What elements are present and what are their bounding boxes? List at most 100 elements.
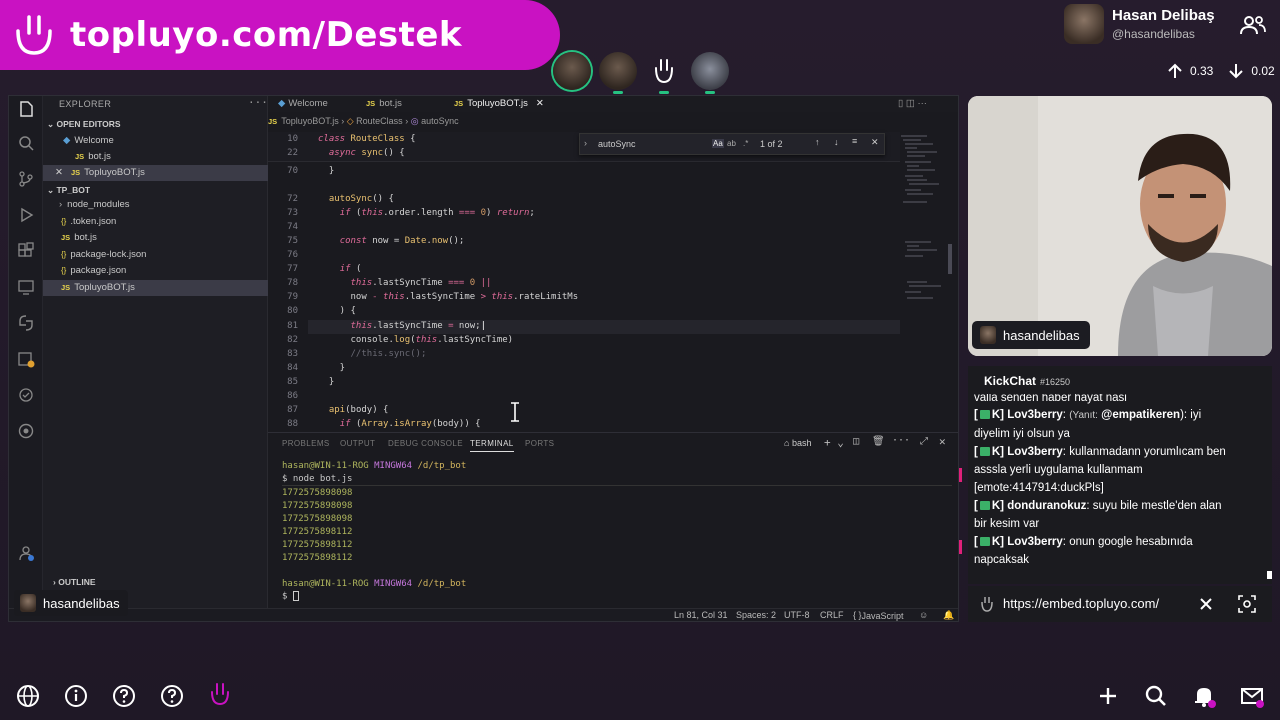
explorer-title: EXPLORER xyxy=(59,99,112,109)
remote-explorer-icon[interactable] xyxy=(17,278,35,296)
close-icon[interactable] xyxy=(1199,597,1213,611)
find-in-selection-icon[interactable]: ≡ xyxy=(852,136,857,146)
chevron-right-icon[interactable]: › xyxy=(584,138,587,148)
download-rate: 0.02 xyxy=(1251,64,1275,78)
people-icon[interactable] xyxy=(1240,14,1266,36)
tab-debug-console[interactable]: DEBUG CONSOLE xyxy=(388,439,463,448)
bell-icon[interactable]: 🔔 xyxy=(943,610,954,621)
explorer-sidebar: EXPLORER ··· ⌄ OPEN EDITORS ◆ Welcome JS b… xyxy=(43,96,268,621)
stream-overlay: topluyo.com/Destek Hasan Delibaş @hasand… xyxy=(0,0,1280,720)
file-package-json[interactable]: {} package.json xyxy=(61,263,126,279)
extensions-icon[interactable] xyxy=(17,242,35,260)
terminal-input[interactable]: $ xyxy=(282,591,299,602)
terminal-command: $ node bot.js xyxy=(282,474,353,484)
minimap[interactable] xyxy=(897,132,953,432)
github-icon[interactable] xyxy=(17,422,35,440)
source-control-icon[interactable] xyxy=(17,170,35,188)
shell-selector[interactable]: ⌂ bash xyxy=(784,438,811,448)
status-bar: Ln 81, Col 31 Spaces: 2 UTF-8 CRLF { } J… xyxy=(9,608,958,621)
copilot-icon[interactable]: ☺ xyxy=(919,610,928,620)
file-token-json[interactable]: {} .token.json xyxy=(61,214,116,230)
indentation[interactable]: Spaces: 2 xyxy=(736,610,776,620)
user-name: Hasan Delibaş xyxy=(1112,7,1215,24)
open-editors-header[interactable]: ⌄ OPEN EDITORS xyxy=(47,119,121,130)
help-icon[interactable] xyxy=(112,684,136,708)
tab-terminal[interactable]: TERMINAL xyxy=(470,439,514,452)
open-editor-bot-js[interactable]: JS bot.js xyxy=(75,149,111,165)
search-icon[interactable] xyxy=(17,134,35,152)
avatar[interactable] xyxy=(599,52,637,94)
chat-message: [K] Lov3berry: kullanmadann yorumlıcam b… xyxy=(974,446,1226,494)
tab-output[interactable]: OUTPUT xyxy=(340,439,375,448)
outline-header[interactable]: › OUTLINE xyxy=(53,577,96,587)
terminal-prompt: hasan@WIN-11-ROG MINGW64 /d/tp_bot xyxy=(282,579,467,589)
encoding[interactable]: UTF-8 xyxy=(784,610,810,620)
folder-node-modules[interactable]: › node_modules xyxy=(59,197,130,213)
breadcrumb[interactable]: JS TopluyoBOT.js › ◇ RouteClass › ◎ autoS… xyxy=(268,116,459,127)
close-icon[interactable]: ✕ xyxy=(536,98,544,109)
code-editor[interactable]: 10 class RouteClass { 22 async sync() { 7… xyxy=(268,132,900,432)
whole-word-toggle[interactable]: ab xyxy=(727,139,736,148)
tab-problems[interactable]: PROBLEMS xyxy=(282,439,330,448)
participant-avatars xyxy=(553,52,729,94)
files-icon[interactable] xyxy=(17,100,35,118)
avatar xyxy=(980,326,996,344)
search-icon[interactable] xyxy=(1144,684,1168,708)
banner: topluyo.com/Destek xyxy=(0,0,560,70)
chat-message: [K] donduranokuz: suyu bile mestle'den a… xyxy=(974,500,1222,530)
profile-header[interactable]: Hasan Delibaş @hasandelibas xyxy=(1064,4,1215,44)
help-icon[interactable] xyxy=(160,684,184,708)
regex-toggle[interactable]: .* xyxy=(743,139,748,148)
account-icon[interactable] xyxy=(17,544,35,562)
close-icon[interactable]: ✕ xyxy=(939,435,946,448)
add-icon[interactable] xyxy=(1096,684,1120,708)
language-mode[interactable]: { } JavaScript xyxy=(853,610,904,621)
python-icon[interactable] xyxy=(17,314,35,332)
avatar[interactable] xyxy=(691,52,729,94)
open-editor-topluyobot-js[interactable]: ✕ JS TopluyoBOT.js xyxy=(43,165,268,181)
chat-message: [K] Lov3berry: (Yanıt: @empatikeren): iy… xyxy=(974,409,1202,440)
chat-scrollbar[interactable] xyxy=(1267,571,1272,579)
vscode-window: EXPLORER ··· ⌄ OPEN EDITORS ◆ Welcome JS b… xyxy=(8,95,959,622)
file-bot-js[interactable]: JS bot.js xyxy=(61,230,97,246)
open-editor-welcome[interactable]: ◆ Welcome xyxy=(63,133,114,149)
topluyo-logo-icon xyxy=(981,597,993,612)
tab-welcome[interactable]: ◆ Welcome xyxy=(278,96,328,112)
tab-bot-js[interactable]: JS bot.js xyxy=(366,96,402,112)
next-match-icon[interactable]: ↓ xyxy=(834,137,839,147)
file-topluyobot-js[interactable]: JS TopluyoBOT.js xyxy=(43,280,268,296)
camera-focus-icon[interactable] xyxy=(1238,595,1256,613)
tab-topluyobot-js[interactable]: JS TopluyoBOT.js ✕ xyxy=(454,96,544,112)
mail-icon[interactable] xyxy=(1240,684,1264,708)
file-package-lock-json[interactable]: {} package-lock.json xyxy=(61,247,146,263)
close-icon[interactable]: ✕ xyxy=(871,137,879,148)
avatar[interactable] xyxy=(645,52,683,94)
new-terminal-icon[interactable]: + ⌄ xyxy=(824,436,844,449)
folder-header[interactable]: ⌄ TP_BOT xyxy=(47,185,90,196)
trash-icon[interactable]: 🗑 xyxy=(872,436,885,447)
bell-icon[interactable] xyxy=(1192,684,1216,708)
editor-actions[interactable]: ▯ ◫ ··· xyxy=(898,96,927,112)
avatar[interactable] xyxy=(553,52,591,90)
tab-ports[interactable]: PORTS xyxy=(525,439,554,448)
avatar[interactable] xyxy=(1064,4,1104,44)
line-ending[interactable]: CRLF xyxy=(820,610,844,620)
find-input[interactable]: autoSync xyxy=(598,139,636,149)
globe-icon[interactable] xyxy=(16,684,40,708)
accounts-warning-icon[interactable] xyxy=(17,350,35,368)
more-icon[interactable]: ··· xyxy=(892,435,910,446)
maximize-icon[interactable]: ⤢ xyxy=(920,436,928,447)
split-terminal-icon[interactable]: ◫ xyxy=(853,436,859,447)
info-icon[interactable] xyxy=(64,684,88,708)
match-case-toggle[interactable]: Aa xyxy=(712,139,724,148)
cursor-position[interactable]: Ln 81, Col 31 xyxy=(674,610,728,620)
run-debug-icon[interactable] xyxy=(17,206,35,224)
topluyo-logo-icon[interactable] xyxy=(208,682,232,706)
terminal-prompt: hasan@WIN-11-ROG MINGW64 /d/tp_bot xyxy=(282,461,467,471)
testing-icon[interactable] xyxy=(17,386,35,404)
screen-user-name: hasandelibas xyxy=(43,595,120,611)
activity-bar xyxy=(9,96,43,621)
previous-match-icon[interactable]: ↑ xyxy=(815,137,820,147)
embed-url[interactable]: https://embed.topluyo.com/ xyxy=(1003,596,1159,611)
more-icon[interactable]: ··· xyxy=(248,96,268,109)
